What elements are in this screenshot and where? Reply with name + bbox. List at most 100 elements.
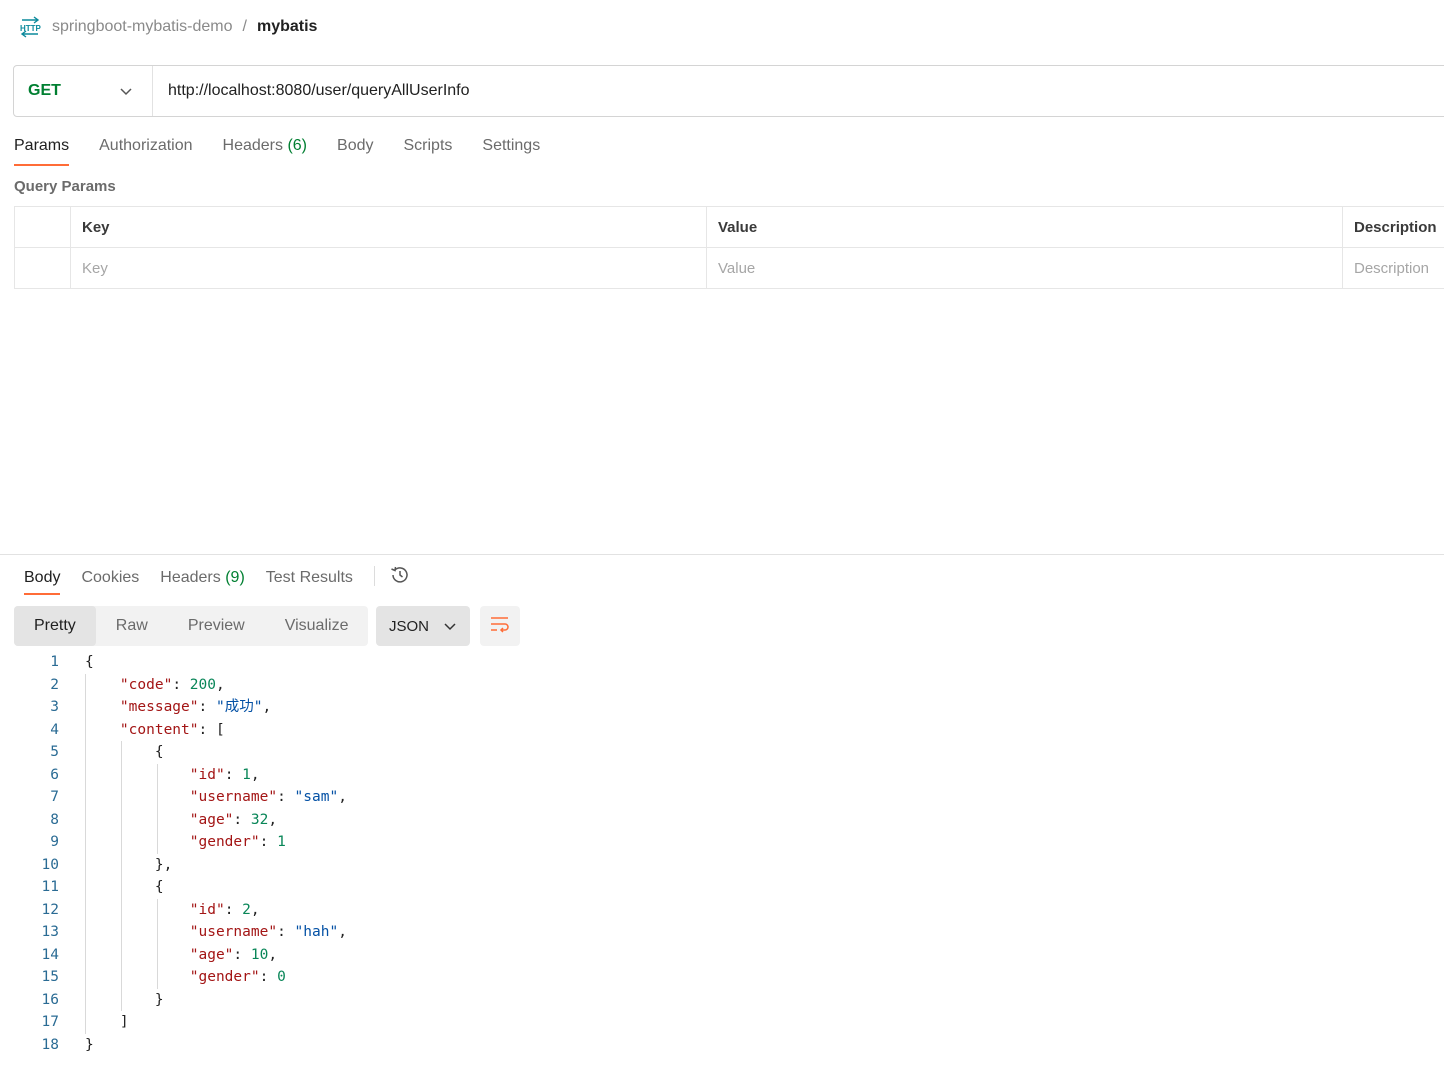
breadcrumb-collection[interactable]: springboot-mybatis-demo <box>52 18 233 36</box>
tab-label: Body <box>24 568 61 586</box>
code-line: 6 "id": 1, <box>0 764 1444 787</box>
headers-count: (6) <box>287 137 308 154</box>
code-line: 15 "gender": 0 <box>0 966 1444 989</box>
line-number: 6 <box>50 766 59 783</box>
breadcrumb-separator: / <box>242 18 247 35</box>
request-tabs: Params Authorization Headers (6) Body Sc… <box>14 134 570 166</box>
tab-label: Cookies <box>81 568 140 586</box>
code-line: 14 "age": 10, <box>0 944 1444 967</box>
code-text: { <box>85 744 164 760</box>
tab-label: Headers <box>160 568 221 586</box>
code-line: 4 "content": [ <box>0 719 1444 742</box>
line-number: 12 <box>41 901 59 918</box>
response-tab-test-results[interactable]: Test Results <box>266 566 353 595</box>
breadcrumb: HTTP springboot-mybatis-demo / mybatis <box>18 14 317 40</box>
request-name[interactable]: mybatis <box>257 18 317 36</box>
code-text: } <box>85 1036 94 1053</box>
tab-params[interactable]: Params <box>14 134 70 166</box>
code-line: 11 { <box>0 876 1444 899</box>
response-body-editor[interactable]: 1{2 "code": 200, 3 "message": "成功", 4 "con… <box>0 651 1444 1056</box>
code-text: "id": 1, <box>189 766 260 783</box>
tab-headers[interactable]: Headers (6) <box>223 134 308 166</box>
code-text: "gender": 1 <box>189 834 286 850</box>
code-text: "content": [ <box>119 721 225 738</box>
column-header-key: Key <box>71 207 707 247</box>
tab-scripts[interactable]: Scripts <box>403 134 452 166</box>
separator <box>373 566 375 586</box>
line-number: 4 <box>50 721 59 738</box>
http-icon: HTTP <box>18 15 42 39</box>
response-headers-count: (9) <box>225 568 245 586</box>
code-line: 13 "username": "hah", <box>0 921 1444 944</box>
line-number: 17 <box>41 1014 59 1030</box>
code-line: 5 { <box>0 741 1444 764</box>
code-line: 17 ] <box>0 1011 1444 1034</box>
code-text: "id": 2, <box>189 901 260 918</box>
history-icon[interactable] <box>389 564 413 588</box>
format-select[interactable]: JSON <box>376 606 470 646</box>
checkbox-column-header <box>15 207 71 247</box>
tab-label: Authorization <box>99 137 193 154</box>
code-text: "age": 10, <box>189 946 278 963</box>
code-line: 12 "id": 2, <box>0 899 1444 922</box>
tab-label: Test Results <box>265 568 353 586</box>
line-number: 15 <box>41 969 59 985</box>
tab-body[interactable]: Body <box>337 134 373 166</box>
line-number: 10 <box>41 856 59 873</box>
tab-label: Params <box>14 137 70 154</box>
line-number: 16 <box>41 991 59 1008</box>
indent-guide <box>157 763 158 854</box>
method-select[interactable]: GET <box>14 66 153 116</box>
code-line: 3 "message": "成功", <box>0 696 1444 719</box>
view-mode-group: Pretty Raw Preview Visualize <box>14 606 369 646</box>
tab-label: Body <box>337 137 374 154</box>
value-input[interactable] <box>718 259 1342 277</box>
table-header-row: Key Value Description <box>15 207 1444 248</box>
pane-divider[interactable] <box>0 554 1444 555</box>
code-text: "username": "sam", <box>189 789 347 805</box>
response-tab-headers[interactable]: Headers (9) <box>160 566 245 595</box>
key-cell <box>71 248 707 288</box>
code-line: 7 "username": "sam", <box>0 786 1444 809</box>
view-visualize-button[interactable]: Visualize <box>265 606 369 646</box>
code-text: }, <box>85 856 173 873</box>
chevron-down-icon <box>444 618 456 635</box>
code-line: 1{ <box>0 651 1444 674</box>
code-line: 8 "age": 32, <box>0 809 1444 832</box>
response-tabs: Body Cookies Headers (9) Test Results <box>24 564 413 596</box>
view-pretty-button[interactable]: Pretty <box>14 606 96 646</box>
tab-settings[interactable]: Settings <box>482 134 540 166</box>
code-text: "username": "hah", <box>189 924 347 940</box>
table-row <box>15 248 1444 289</box>
code-text: "code": 200, <box>119 676 225 693</box>
view-preview-button[interactable]: Preview <box>168 606 265 646</box>
indent-guide <box>121 741 122 1011</box>
tab-label: Settings <box>482 137 541 154</box>
wrap-lines-icon <box>489 615 511 637</box>
response-tab-body[interactable]: Body <box>24 566 61 595</box>
code-text: "age": 32, <box>189 811 278 828</box>
line-number: 2 <box>50 676 59 693</box>
wrap-lines-button[interactable] <box>480 606 520 646</box>
url-input[interactable] <box>153 66 1444 116</box>
code-text: "message": "成功", <box>119 699 272 715</box>
tab-label: Headers <box>222 137 283 154</box>
line-number: 1 <box>50 654 59 670</box>
code-text: { <box>85 879 164 895</box>
code-line: 10 }, <box>0 854 1444 877</box>
code-line: 2 "code": 200, <box>0 674 1444 697</box>
query-params-title: Query Params <box>14 178 116 195</box>
tab-authorization[interactable]: Authorization <box>99 134 192 166</box>
response-tab-cookies[interactable]: Cookies <box>81 566 139 595</box>
indent-guide <box>85 673 86 1034</box>
code-text: } <box>85 991 164 1008</box>
value-cell <box>707 248 1343 288</box>
column-header-description: Description <box>1354 218 1437 236</box>
key-input[interactable] <box>82 259 706 277</box>
code-line: 16 } <box>0 989 1444 1012</box>
line-number: 7 <box>50 789 59 805</box>
code-text: "gender": 0 <box>189 969 286 985</box>
description-input[interactable] <box>1354 259 1444 277</box>
line-number: 5 <box>50 744 59 760</box>
view-raw-button[interactable]: Raw <box>96 606 168 646</box>
